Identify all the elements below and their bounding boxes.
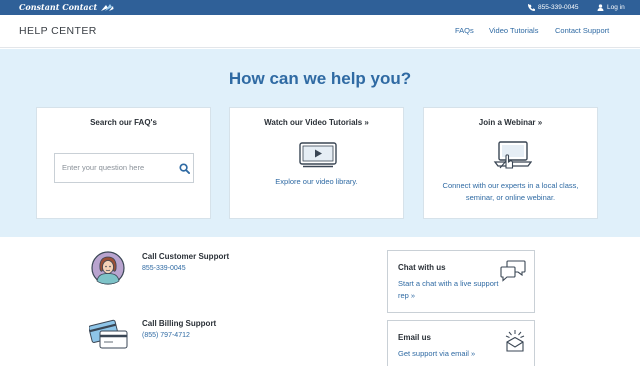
email-title: Email us — [398, 333, 431, 342]
video-player-icon — [299, 142, 337, 168]
phone-icon — [528, 4, 535, 11]
email-envelope-icon — [505, 330, 525, 352]
wing-logo-icon — [101, 4, 114, 11]
email-us-box[interactable]: Email us Get support via email » — [387, 320, 535, 366]
email-support-link[interactable]: Get support via email » — [398, 348, 502, 360]
faq-search-input[interactable] — [62, 163, 172, 172]
credit-cards-icon — [89, 319, 128, 349]
chat-title: Chat with us — [398, 263, 446, 272]
video-library-link[interactable]: Explore our video library. — [230, 176, 403, 188]
chat-with-us-box[interactable]: Chat with us Start a chat with a live su… — [387, 250, 535, 313]
top-phone-link[interactable]: 855-339-0045 — [528, 3, 578, 12]
nav-contact-support[interactable]: Contact Support — [555, 26, 609, 36]
help-center-page: Constant Contact 855-339-0045 Log in HEL… — [0, 0, 640, 366]
nav-faqs[interactable]: FAQs — [455, 26, 474, 36]
hero-heading: How can we help you? — [228, 69, 412, 88]
customer-support-title: Call Customer Support — [142, 252, 230, 261]
nav-video-tutorials[interactable]: Video Tutorials — [489, 26, 538, 36]
support-section: Call Customer Support 855-339-0045 Call … — [0, 237, 640, 366]
top-utility-bar: Constant Contact 855-339-0045 Log in — [0, 0, 640, 15]
webinar-link-line2[interactable]: seminar, or online webinar. — [432, 192, 589, 204]
login-label: Log in — [607, 4, 625, 11]
billing-support-title: Call Billing Support — [142, 319, 217, 328]
user-icon — [597, 4, 604, 11]
chat-bubbles-icon — [500, 260, 526, 282]
webinar-link[interactable]: Connect with our experts in a local clas… — [424, 180, 597, 204]
customer-support-phone[interactable]: 855-339-0045 — [142, 264, 186, 273]
hero-section: How can we help you? Search our FAQ's Wa… — [0, 49, 640, 237]
webinar-link-line1[interactable]: Connect with our experts in a local clas… — [432, 180, 589, 192]
site-header: HELP CENTER FAQs Video Tutorials Contact… — [0, 15, 640, 48]
video-tutorials-card[interactable]: Watch our Video Tutorials » Explore our … — [229, 107, 404, 219]
faq-search-box — [54, 153, 194, 183]
login-link[interactable]: Log in — [597, 3, 625, 12]
webinar-card[interactable]: Join a Webinar » Connect with our expert… — [423, 107, 598, 219]
brand-logo[interactable]: Constant Contact — [19, 2, 114, 13]
search-icon[interactable] — [179, 163, 190, 174]
page-title[interactable]: HELP CENTER — [19, 25, 97, 38]
brand-name: Constant Contact — [19, 2, 98, 12]
start-chat-link[interactable]: Start a chat with a live support rep » — [398, 278, 502, 302]
faq-card-title: Search our FAQ's — [90, 118, 157, 127]
top-phone-number: 855-339-0045 — [538, 4, 579, 11]
webinar-card-title[interactable]: Join a Webinar » — [424, 118, 597, 128]
video-card-title[interactable]: Watch our Video Tutorials » — [230, 118, 403, 128]
faq-search-card: Search our FAQ's — [36, 107, 211, 219]
webinar-laptop-icon — [493, 141, 532, 169]
support-agent-avatar — [91, 251, 125, 285]
billing-support-phone[interactable]: (855) 797-4712 — [142, 331, 190, 340]
